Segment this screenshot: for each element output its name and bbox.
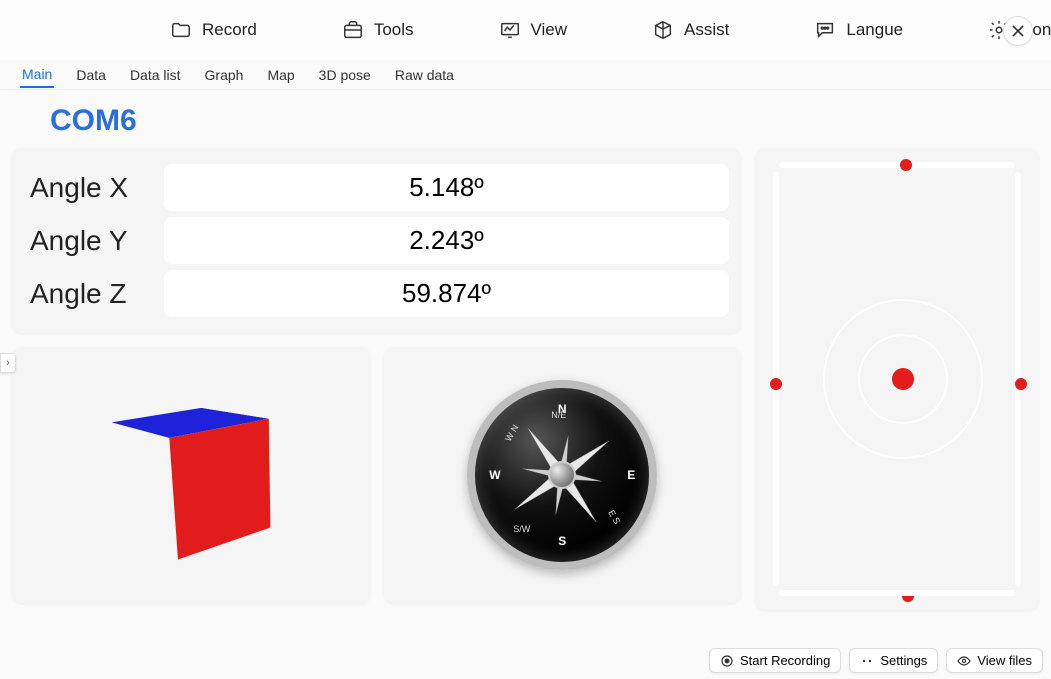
tab-map[interactable]: Map — [265, 63, 296, 87]
langue-label: Langue — [846, 20, 903, 40]
tab-data[interactable]: Data — [74, 63, 108, 87]
record-label: Record — [202, 20, 257, 40]
level-dot-left — [770, 378, 782, 390]
compass-e: E — [627, 468, 635, 482]
tab-main[interactable]: Main — [20, 62, 54, 88]
chevron-right-icon: › — [6, 357, 10, 369]
record-dot-icon — [720, 654, 734, 668]
settings-button[interactable]: Settings — [849, 648, 938, 673]
cube-icon — [652, 19, 674, 41]
compass-dial: N E S W N/E E S S/W W N — [467, 380, 657, 570]
cube-panel[interactable] — [12, 347, 370, 603]
level-panel[interactable] — [755, 148, 1039, 610]
tab-3d-pose[interactable]: 3D pose — [317, 63, 373, 87]
start-recording-button[interactable]: Start Recording — [709, 648, 841, 673]
compass-panel[interactable]: N E S W N/E E S S/W W N — [384, 347, 742, 603]
angle-y-label: Angle Y — [24, 225, 154, 257]
tab-data-list[interactable]: Data list — [128, 63, 183, 87]
compass-s: S — [558, 534, 566, 548]
compass-hub — [548, 461, 576, 489]
angle-x-label: Angle X — [24, 172, 154, 204]
angle-z-value: 59.874º — [164, 270, 729, 317]
settings-label: Settings — [880, 653, 927, 668]
chat-icon — [814, 19, 836, 41]
view-label: View — [531, 20, 568, 40]
level-dot-center — [892, 368, 914, 390]
compass-sw: S/W — [513, 524, 530, 534]
chart-icon — [499, 19, 521, 41]
briefcase-icon — [342, 19, 364, 41]
langue-button[interactable]: Langue — [814, 19, 903, 41]
tab-raw-data[interactable]: Raw data — [393, 63, 456, 87]
angles-panel: Angle X 5.148º Angle Y 2.243º Angle Z 59… — [12, 148, 741, 333]
close-button[interactable] — [1003, 16, 1033, 46]
compass-w: W — [489, 468, 500, 482]
folder-icon — [170, 19, 192, 41]
dots-icon — [860, 654, 874, 668]
angle-x-value: 5.148º — [164, 164, 729, 211]
level-dot-top — [900, 159, 912, 171]
angle-z-label: Angle Z — [24, 278, 154, 310]
view-files-label: View files — [977, 653, 1032, 668]
view-files-button[interactable]: View files — [946, 648, 1043, 673]
tools-label: Tools — [374, 20, 414, 40]
view-button[interactable]: View — [499, 19, 568, 41]
cube-face-front — [169, 419, 270, 560]
tools-button[interactable]: Tools — [342, 19, 414, 41]
compass-ne: N/E — [551, 410, 566, 420]
assist-label: Assist — [684, 20, 729, 40]
record-button[interactable]: Record — [170, 19, 257, 41]
level-dot-right — [1015, 378, 1027, 390]
expand-handle[interactable]: › — [0, 353, 16, 373]
start-recording-label: Start Recording — [740, 653, 830, 668]
eye-icon — [957, 654, 971, 668]
tab-graph[interactable]: Graph — [203, 63, 246, 87]
assist-button[interactable]: Assist — [652, 19, 729, 41]
angle-y-value: 2.243º — [164, 217, 729, 264]
port-title: COM6 — [0, 90, 1051, 148]
level-dot-bottom — [902, 590, 914, 602]
cube-3d — [116, 400, 266, 550]
